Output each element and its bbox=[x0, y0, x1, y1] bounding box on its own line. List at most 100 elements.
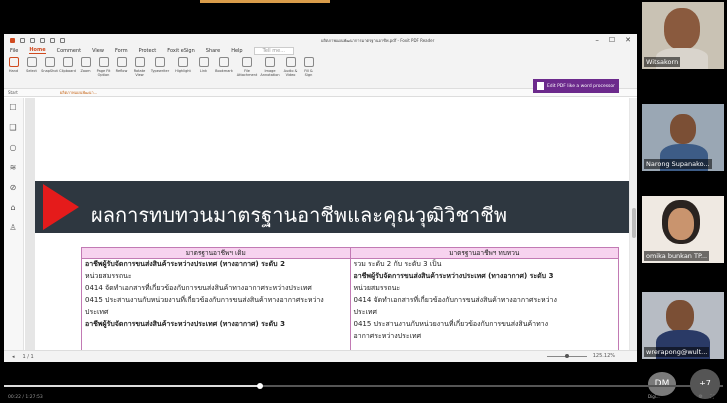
redo-icon[interactable] bbox=[60, 37, 65, 43]
zoom-level[interactable]: 125.12% bbox=[593, 353, 615, 359]
title-bar: ผลิตภาพแผนพัฒนาการมาตรฐานอาชีพ.pdf - Fox… bbox=[4, 34, 637, 46]
table-header-revised: มาตรฐานอาชีพฯ ทบทวน bbox=[349, 247, 619, 259]
reflow-button[interactable]: Reflow bbox=[114, 57, 129, 73]
clipboard-icon bbox=[62, 57, 73, 67]
reflow-icon bbox=[116, 57, 127, 67]
menu-comment[interactable]: Comment bbox=[57, 48, 82, 54]
highlight-button[interactable]: Highlight bbox=[173, 57, 193, 73]
status-bar: ◂ 1 / 1 125.12% bbox=[4, 350, 637, 362]
print-icon[interactable] bbox=[40, 37, 45, 43]
slide-title: ผลการทบทวนมาตรฐานอาชีพและคุณวุฒิวิชาชีพ bbox=[91, 203, 508, 227]
select-tool-button[interactable]: Select bbox=[24, 57, 39, 73]
participant-name-4: wrerapong@wult... bbox=[644, 347, 710, 357]
revised-unit-0414-cont: ประเทศ bbox=[353, 308, 377, 316]
prev-page-icon[interactable]: ◂ bbox=[12, 354, 15, 360]
image-annotation-button[interactable]: Image Annotation bbox=[260, 57, 280, 77]
page-thumbnail-icon[interactable]: ☐ bbox=[9, 104, 17, 112]
menu-view[interactable]: View bbox=[92, 48, 104, 54]
tell-me-search[interactable]: Tell me... bbox=[253, 46, 294, 55]
revised-occupation-level3: อาชีพผู้รับจัดการขนส่งสินค้าระหว่างประเท… bbox=[353, 272, 554, 280]
typewriter-icon bbox=[155, 57, 165, 67]
original-occupation-level2: อาชีพผู้รับจัดการขนส่งสินค้าระหว่างประเท… bbox=[85, 260, 285, 268]
bookmark-panel-icon[interactable]: ❑ bbox=[9, 124, 17, 132]
pdf-to-word-banner[interactable]: Edit PDF like a word processor bbox=[532, 79, 619, 93]
link-icon bbox=[198, 57, 209, 67]
security-icon[interactable]: ⌂ bbox=[9, 204, 17, 212]
playback-progress[interactable] bbox=[0, 383, 727, 389]
original-unit-0414: 0414 จัดทำเอกสารที่เกี่ยวข้องกับการขนส่ง… bbox=[85, 284, 312, 292]
save-icon[interactable] bbox=[30, 37, 35, 43]
menu-foxit-esign[interactable]: Foxit eSign bbox=[167, 48, 194, 54]
rotate-icon bbox=[134, 57, 145, 67]
fullscreen-icon[interactable]: ⛶ bbox=[710, 394, 717, 400]
participant-tile-2[interactable]: Narong Supanako... bbox=[642, 104, 724, 171]
pdf-page: ผลการทบทวนมาตรฐานอาชีพและคุณวุฒิวิชาชีพ … bbox=[35, 98, 629, 350]
hand-tool-button[interactable]: Hand bbox=[6, 57, 21, 73]
link-button[interactable]: Link bbox=[196, 57, 211, 73]
menu-share[interactable]: Share bbox=[206, 48, 220, 54]
top-bar bbox=[0, 0, 727, 34]
quick-access-toolbar bbox=[10, 37, 160, 43]
undo-icon[interactable] bbox=[50, 37, 55, 43]
document-viewport[interactable]: ผลการทบทวนมาตรฐานอาชีพและคุณวุฒิวิชาชีพ … bbox=[25, 98, 637, 350]
maximize-icon[interactable]: ☐ bbox=[609, 36, 615, 44]
bookmark-button[interactable]: Bookmark bbox=[214, 57, 234, 73]
zoom-button[interactable]: Zoom bbox=[78, 57, 93, 73]
zoom-icon bbox=[80, 57, 91, 67]
scrollbar-thumb[interactable] bbox=[632, 208, 636, 238]
tab-start[interactable]: Start bbox=[8, 90, 18, 95]
progress-knob[interactable] bbox=[256, 383, 263, 389]
attachment-panel-icon[interactable]: ⊘ bbox=[9, 184, 17, 192]
original-standard-cell: อาชีพผู้รับจัดการขนส่งสินค้าระหว่างประเท… bbox=[81, 258, 351, 350]
participant-tile-4[interactable]: wrerapong@wult... bbox=[642, 292, 724, 359]
snapshot-icon bbox=[44, 57, 55, 67]
participant-name-1: Witsakorn bbox=[644, 57, 681, 67]
page-indicator[interactable]: 1 / 1 bbox=[23, 354, 34, 360]
menu-protect[interactable]: Protect bbox=[139, 48, 157, 54]
original-competency-heading: หน่วยสมรรถนะ bbox=[85, 272, 132, 280]
revised-merge-note: รวม ระดับ 2 กับ ระดับ 3 เป็น bbox=[353, 260, 442, 268]
participant-face-2 bbox=[670, 114, 696, 144]
table-header-original: มาตรฐานอาชีพฯ เดิม bbox=[81, 247, 351, 259]
vertical-scrollbar[interactable] bbox=[630, 98, 637, 350]
close-icon[interactable]: ✕ bbox=[625, 36, 631, 44]
settings-icon[interactable]: ⚙ bbox=[698, 394, 705, 400]
audio-video-button[interactable]: Audio & Video bbox=[283, 57, 298, 77]
playback-time: 00:22 / 1:27:53 bbox=[8, 395, 43, 400]
clipboard-button[interactable]: Clipboard bbox=[59, 57, 76, 73]
revised-unit-0415: 0415 ประสานงานกับหน่วยงานที่เกี่ยวข้องกั… bbox=[353, 320, 549, 328]
hand-icon bbox=[8, 57, 19, 67]
minimize-icon[interactable]: – bbox=[595, 36, 599, 44]
participant-tile-3[interactable]: omika bunkan TP... bbox=[642, 196, 724, 263]
participant-name-3: omika bunkan TP... bbox=[644, 251, 710, 261]
highlight-icon bbox=[178, 57, 188, 67]
file-attachment-button[interactable]: File Attachment bbox=[237, 57, 257, 77]
participant-face-4 bbox=[666, 300, 694, 332]
menu-home[interactable]: Home bbox=[29, 47, 46, 54]
signature-panel-icon[interactable]: ♙ bbox=[9, 224, 17, 232]
rotate-view-button[interactable]: Rotate View bbox=[132, 57, 147, 77]
original-unit-0415-cont: ประเทศ bbox=[85, 308, 109, 316]
open-icon[interactable] bbox=[20, 37, 25, 43]
original-occupation-level3: อาชีพผู้รับจัดการขนส่งสินค้าระหว่างประเท… bbox=[85, 320, 285, 328]
snapshot-button[interactable]: SnapShot bbox=[41, 57, 58, 73]
menu-file[interactable]: File bbox=[10, 48, 18, 54]
revised-standard-cell: รวม ระดับ 2 กับ ระดับ 3 เป็น อาชีพผู้รับ… bbox=[349, 258, 619, 350]
tab-document[interactable]: ผลิตภาพแผนพัฒนา... bbox=[60, 89, 98, 96]
participant-tile-1[interactable]: Witsakorn bbox=[642, 2, 724, 69]
window-controls: – ☐ ✕ bbox=[595, 36, 631, 44]
layers-icon[interactable]: ≋ bbox=[9, 164, 17, 172]
zoom-slider[interactable] bbox=[547, 354, 587, 358]
player-controls: ⚙ ⛶ bbox=[698, 394, 717, 400]
comment-panel-icon[interactable]: ○ bbox=[9, 144, 17, 152]
foxit-logo-icon bbox=[10, 37, 15, 43]
menu-form[interactable]: Form bbox=[115, 48, 128, 54]
zoom-slider-knob[interactable] bbox=[565, 354, 569, 358]
progress-fill bbox=[4, 385, 260, 387]
typewriter-button[interactable]: Typewriter bbox=[150, 57, 170, 73]
page-fit-button[interactable]: Page Fit Option bbox=[96, 57, 111, 77]
fill-sign-icon bbox=[303, 57, 314, 67]
menu-help[interactable]: Help bbox=[231, 48, 242, 54]
fill-sign-button[interactable]: Fill & Sign bbox=[301, 57, 316, 77]
original-unit-0415: 0415 ประสานงานกับหน่วยงานที่เกี่ยวข้องกั… bbox=[85, 296, 324, 304]
